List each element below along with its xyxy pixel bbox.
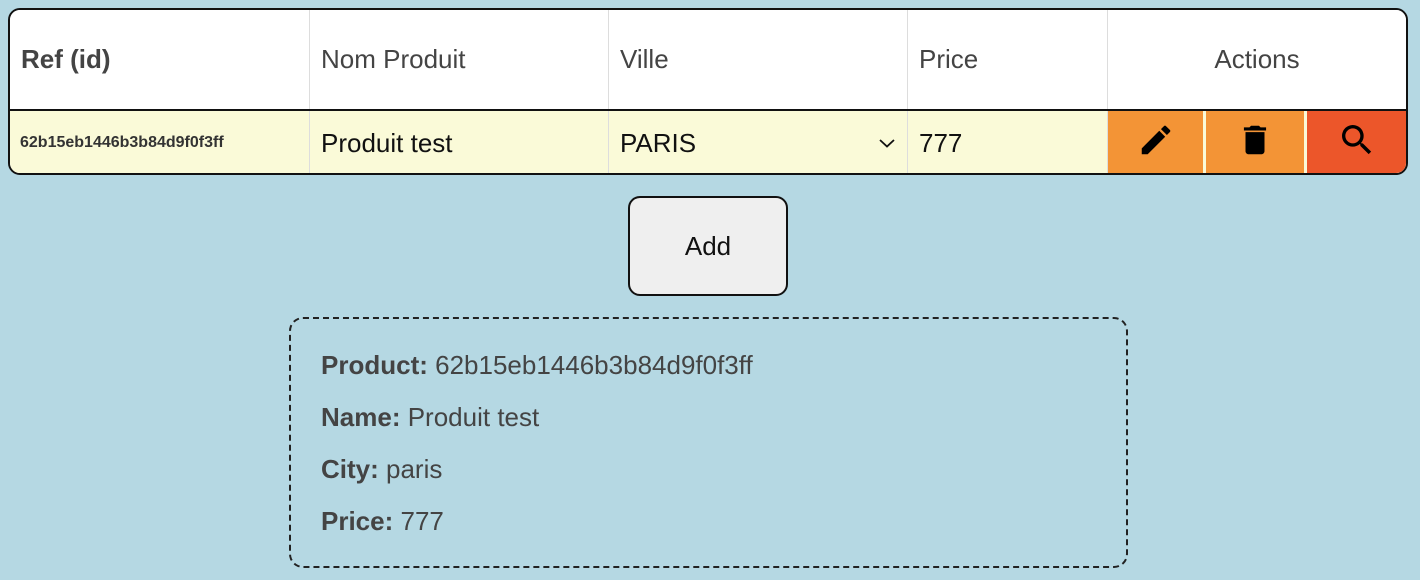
header-price: Price xyxy=(908,10,1108,109)
product-name-input[interactable] xyxy=(321,111,597,173)
detail-product-label: Product: xyxy=(321,350,428,380)
row-price-cell xyxy=(908,111,1108,173)
view-button[interactable] xyxy=(1307,111,1406,173)
chevron-down-icon xyxy=(878,137,896,149)
detail-name-value: Produit test xyxy=(407,402,540,432)
header-ville: Ville xyxy=(609,10,908,109)
product-detail-panel: Product: 62b15eb1446b3b84d9f0f3ff Name: … xyxy=(289,317,1128,568)
detail-city: City: paris xyxy=(321,451,1126,503)
edit-button[interactable] xyxy=(1108,111,1206,173)
detail-price-label: Price: xyxy=(321,506,394,536)
add-button[interactable]: Add xyxy=(628,196,788,296)
table-row: 62b15eb1446b3b84d9f0f3ff PARIS xyxy=(10,111,1406,173)
delete-button[interactable] xyxy=(1206,111,1307,173)
city-select-value: PARIS xyxy=(620,127,697,158)
detail-city-value: paris xyxy=(386,454,443,484)
row-actions-cell xyxy=(1108,111,1406,173)
table-header-row: Ref (id) Nom Produit Ville Price Actions xyxy=(10,10,1406,111)
header-actions: Actions xyxy=(1214,44,1300,74)
detail-name-label: Name: xyxy=(321,402,401,432)
pencil-icon xyxy=(1137,121,1175,166)
city-select[interactable]: PARIS xyxy=(620,111,896,173)
row-ref-id: 62b15eb1446b3b84d9f0f3ff xyxy=(10,111,310,173)
detail-city-label: City: xyxy=(321,454,379,484)
product-table: Ref (id) Nom Produit Ville Price Actions… xyxy=(8,8,1408,175)
detail-product-value: 62b15eb1446b3b84d9f0f3ff xyxy=(435,350,753,380)
row-name-cell xyxy=(310,111,609,173)
header-nom-produit: Nom Produit xyxy=(310,10,609,109)
detail-price-value: 777 xyxy=(400,506,444,536)
row-city-cell: PARIS xyxy=(609,111,908,173)
detail-product: Product: 62b15eb1446b3b84d9f0f3ff xyxy=(321,347,1126,399)
detail-price: Price: 777 xyxy=(321,503,1126,555)
detail-name: Name: Produit test xyxy=(321,399,1126,451)
price-input[interactable] xyxy=(919,111,1096,173)
magnifier-icon xyxy=(1337,120,1377,167)
trash-icon xyxy=(1236,121,1274,166)
header-ref-id: Ref (id) xyxy=(10,10,310,109)
